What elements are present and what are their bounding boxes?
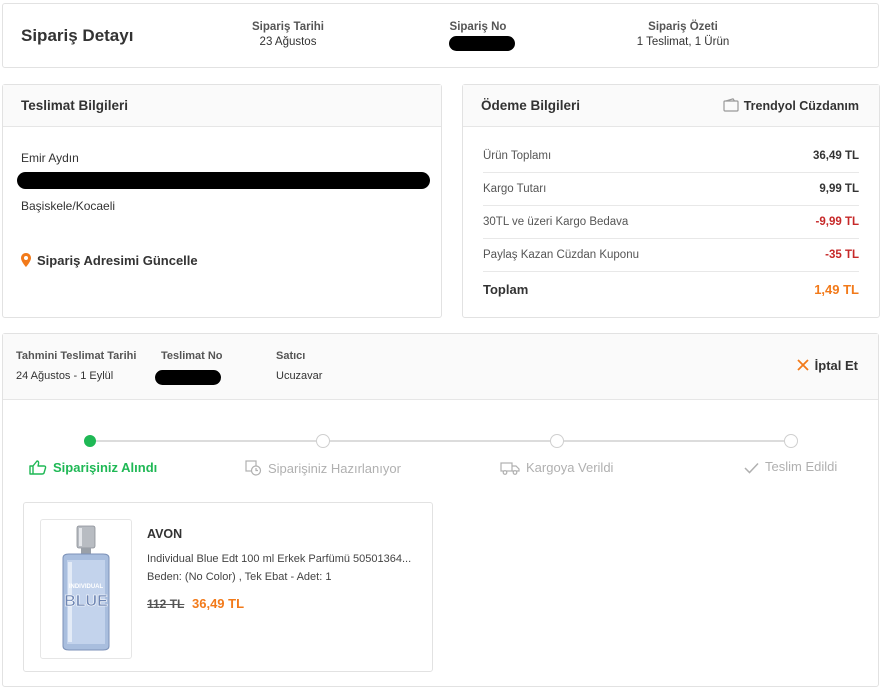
product-image[interactable]: INDIVIDUAL BLUE [40, 519, 132, 659]
product-price: 36,49 TL [192, 596, 245, 611]
order-date-value: 23 Ağustos [259, 36, 317, 48]
order-summary: Sipariş Özeti 1 Teslimat, 1 Ürün [623, 21, 743, 48]
estimated-delivery: Tahmini Teslimat Tarihi 24 Ağustos - 1 E… [16, 350, 136, 382]
thumbs-up-icon [29, 460, 47, 475]
perfume-bottle-image: INDIVIDUAL BLUE [62, 525, 110, 651]
truck-icon [500, 462, 520, 475]
delivery-panel: Tahmini Teslimat Tarihi 24 Ağustos - 1 E… [2, 333, 879, 687]
location-pin-icon [21, 253, 31, 267]
product-variant: Beden: (No Color) , Tek Ebat - Adet: 1 [147, 571, 332, 583]
clock-box-icon [245, 460, 262, 476]
seller-value: Ucuzavar [276, 370, 323, 382]
delivery-number-label: Teslimat No [161, 350, 223, 362]
payment-row-shipping: Kargo Tutarı 9,99 TL [483, 173, 859, 206]
recipient-district: Başiskele/Kocaeli [21, 199, 116, 213]
product-old-price: 112 TL [147, 597, 185, 611]
update-address-label: Sipariş Adresimi Güncelle [37, 253, 198, 268]
step-dot-received [84, 435, 96, 447]
payment-row-label: 30TL ve üzeri Kargo Bedava [483, 216, 629, 228]
seller: Satıcı Ucuzavar [276, 350, 322, 382]
step-shipped-label: Kargoya Verildi [526, 460, 614, 475]
step-received-label: Siparişiniz Alındı [53, 460, 158, 475]
page-title: Sipariş Detayı [21, 26, 134, 45]
bottle-label-top: INDIVIDUAL [69, 584, 104, 590]
step-delivered: Teslim Edildi [744, 459, 837, 474]
payment-row-total: Toplam 1,49 TL [483, 272, 859, 305]
payment-row-value: -35 TL [825, 249, 859, 261]
shipping-panel-header: Teslimat Bilgileri [3, 85, 441, 127]
estimated-delivery-value: 24 Ağustos - 1 Eylül [16, 370, 114, 382]
step-dot-shipped [550, 434, 564, 448]
step-delivered-label: Teslim Edildi [765, 459, 838, 474]
payment-row-value: -9,99 TL [815, 216, 859, 228]
step-shipped: Kargoya Verildi [500, 460, 613, 475]
address-redacted [17, 172, 430, 189]
payment-row-value: 36,49 TL [812, 150, 859, 162]
product-name[interactable]: Individual Blue Edt 100 ml Erkek Parfümü… [147, 553, 411, 565]
payment-panel-title: Ödeme Bilgileri [481, 98, 581, 113]
order-date-label: Sipariş Tarihi [251, 21, 324, 33]
payment-row-label: Kargo Tutarı [483, 183, 547, 195]
payment-row-value: 9,99 TL [819, 183, 859, 195]
progress-track [90, 440, 792, 442]
delivery-number: Teslimat No [161, 350, 223, 362]
order-header: Sipariş Detayı Sipariş Tarihi 23 Ağustos… [2, 3, 879, 68]
shipping-panel: Teslimat Bilgileri Emir Aydın Başiskele/… [2, 84, 442, 318]
bottle-label-main: BLUE [64, 593, 108, 610]
order-number: Sipariş No [443, 21, 513, 33]
cancel-order-button[interactable]: İptal Et [797, 358, 858, 373]
product-card[interactable]: INDIVIDUAL BLUE AVON Individual Blue Edt… [23, 502, 433, 672]
close-icon [797, 359, 809, 371]
order-date: Sipariş Tarihi 23 Ağustos [243, 21, 333, 48]
estimated-delivery-label: Tahmini Teslimat Tarihi [16, 350, 137, 362]
payment-row-coupon: Paylaş Kazan Cüzdan Kuponu -35 TL [483, 239, 859, 272]
payment-total-label: Toplam [483, 282, 529, 297]
payment-total-value: 1,49 TL [814, 282, 859, 297]
seller-label: Satıcı [276, 350, 306, 362]
delivery-number-redacted [155, 370, 221, 385]
order-summary-label: Sipariş Özeti [648, 21, 718, 33]
step-dot-delivered [784, 434, 798, 448]
step-preparing: Siparişiniz Hazırlanıyor [245, 460, 401, 476]
order-number-redacted [449, 36, 515, 51]
payment-panel-header: Ödeme Bilgileri Trendyol Cüzdanım [463, 85, 879, 127]
wallet-label: Trendyol Cüzdanım [743, 99, 859, 113]
order-summary-value: 1 Teslimat, 1 Ürün [636, 36, 730, 48]
wallet-link[interactable]: Trendyol Cüzdanım [723, 98, 859, 113]
check-icon [744, 462, 759, 474]
payment-row-subtotal: Ürün Toplamı 36,49 TL [483, 140, 859, 173]
delivery-panel-header: Tahmini Teslimat Tarihi 24 Ağustos - 1 E… [3, 334, 878, 400]
step-dot-preparing [316, 434, 330, 448]
step-received: Siparişiniz Alındı [29, 460, 157, 475]
payment-row-label: Paylaş Kazan Cüzdan Kuponu [483, 249, 639, 261]
payment-row-label: Ürün Toplamı [483, 150, 552, 162]
payment-panel: Ödeme Bilgileri Trendyol Cüzdanım Ürün T… [462, 84, 880, 318]
step-preparing-label: Siparişiniz Hazırlanıyor [268, 461, 401, 476]
cancel-order-label: İptal Et [814, 358, 858, 373]
shipping-panel-title: Teslimat Bilgileri [21, 98, 129, 113]
product-brand: AVON [147, 527, 183, 541]
update-address-link[interactable]: Sipariş Adresimi Güncelle [21, 253, 198, 268]
payment-row-free-shipping: 30TL ve üzeri Kargo Bedava -9,99 TL [483, 206, 859, 239]
recipient-name: Emir Aydın [21, 151, 79, 165]
order-number-label: Sipariş No [449, 21, 507, 33]
wallet-icon [723, 98, 739, 112]
